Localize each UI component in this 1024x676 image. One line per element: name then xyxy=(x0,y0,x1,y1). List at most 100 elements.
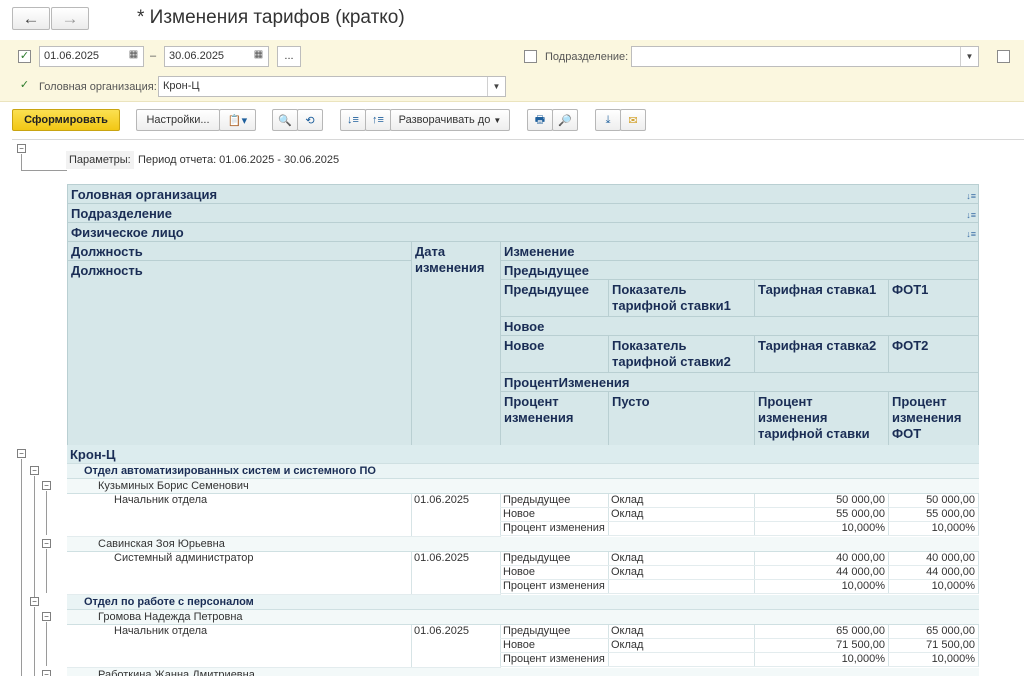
collapse-icon[interactable]: − xyxy=(42,670,51,676)
collapse-icon[interactable]: − xyxy=(42,539,51,548)
person-group-row: Кузьминых Борис Семенович xyxy=(67,479,979,494)
search-button[interactable]: 🔍 xyxy=(272,109,298,131)
fot-cell: 65 000,00 xyxy=(888,625,979,639)
header-pct-rate: Процент изменения тарифной ставки xyxy=(754,391,889,446)
date-from-input[interactable]: 01.06.2025 ▦ xyxy=(39,46,144,67)
checkmark-icon: ✓ xyxy=(19,79,30,91)
collapse-icon[interactable]: − xyxy=(17,449,26,458)
fot-cell: 10,000% xyxy=(888,580,979,594)
print-button[interactable]: 🖶 xyxy=(527,109,553,131)
indicator-cell: Оклад xyxy=(608,625,755,639)
kind-cell: Новое xyxy=(500,566,609,580)
rate-cell: 10,000% xyxy=(754,580,889,594)
forward-button[interactable]: → xyxy=(51,7,89,30)
header-prev: Предыдущее xyxy=(500,279,609,317)
report-area[interactable]: − Параметры: Период отчета: 01.06.2025 -… xyxy=(12,139,1024,676)
sort-icon: ↓≡ xyxy=(966,191,976,201)
chevron-down-icon[interactable]: ▼ xyxy=(960,47,978,66)
dept-group-row: Отдел по работе с персоналом xyxy=(67,595,979,610)
extra-checkbox[interactable] xyxy=(997,50,1010,63)
org-checkbox[interactable]: ✓ xyxy=(18,80,31,93)
back-button[interactable]: ← xyxy=(12,7,50,30)
header-fot2: ФОТ2 xyxy=(888,335,979,373)
email-button[interactable]: ✉ xyxy=(620,109,646,131)
variants-button[interactable]: 📋▾ xyxy=(219,109,256,131)
preview-icon: 🔎 xyxy=(558,114,572,127)
header-change: Изменение xyxy=(500,241,979,261)
kind-cell: Процент изменения xyxy=(500,580,609,594)
collapse-icon[interactable]: − xyxy=(30,597,39,606)
rate-cell: 44 000,00 xyxy=(754,566,889,580)
download-icon: ⤓ xyxy=(605,113,611,126)
department-checkbox[interactable] xyxy=(524,50,537,63)
fot-cell: 71 500,00 xyxy=(888,639,979,653)
arrow-right-icon: → xyxy=(61,8,79,28)
calendar-icon[interactable]: ▦ xyxy=(126,49,141,64)
rate-cell: 10,000% xyxy=(754,522,889,536)
header-pct-fot: Процент изменения ФОТ xyxy=(888,391,979,446)
date-to-input[interactable]: 30.06.2025 ▦ xyxy=(164,46,269,67)
chevron-down-icon[interactable]: ▼ xyxy=(487,77,505,96)
indicator-cell: Оклад xyxy=(608,494,755,508)
kind-cell: Новое xyxy=(500,508,609,522)
collapse-icon[interactable]: − xyxy=(42,612,51,621)
rate-cell: 40 000,00 xyxy=(754,552,889,566)
person-group-row: Работкина Жанна Дмитриевна xyxy=(67,668,979,676)
department-input[interactable]: ▼ xyxy=(631,46,979,67)
department-label: Подразделение: xyxy=(545,51,629,63)
collapse-icon[interactable]: − xyxy=(30,466,39,475)
sort-asc-button[interactable]: ↑≡ xyxy=(365,109,391,131)
period-checkbox[interactable]: ✓ xyxy=(18,50,31,63)
rate-cell: 50 000,00 xyxy=(754,494,889,508)
header-rate2: Тарифная ставка2 xyxy=(754,335,889,373)
save-button[interactable]: ⤓ xyxy=(595,109,621,131)
sort-icon: ↓≡ xyxy=(966,210,976,220)
header-fot1: ФОТ1 xyxy=(888,279,979,317)
kind-cell: Предыдущее xyxy=(500,494,609,508)
sort-icon: ↓≡ xyxy=(966,229,976,239)
search-icon: 🔍 xyxy=(278,114,292,127)
rate-cell: 71 500,00 xyxy=(754,639,889,653)
collapse-icon[interactable]: − xyxy=(17,144,26,153)
params-value: Период отчета: 01.06.2025 - 30.06.2025 xyxy=(138,154,340,166)
fot-cell: 55 000,00 xyxy=(888,508,979,522)
indicator-cell xyxy=(608,580,755,594)
kind-cell: Предыдущее xyxy=(500,552,609,566)
sort-desc-button[interactable]: ↓≡ xyxy=(340,109,366,131)
rate-cell: 65 000,00 xyxy=(754,625,889,639)
date-separator: – xyxy=(150,50,157,62)
settings-button[interactable]: Настройки... xyxy=(136,109,220,131)
indicator-cell: Оклад xyxy=(608,508,755,522)
expand-to-dropdown[interactable]: Разворачивать до ▼ xyxy=(390,109,510,131)
org-group-row: Крон-Ц xyxy=(67,445,979,464)
header-person: Физическое лицо ↓≡ xyxy=(67,222,979,242)
arrow-left-icon: ← xyxy=(22,8,40,28)
indicator-cell xyxy=(608,653,755,667)
page-title: * Изменения тарифов (кратко) xyxy=(137,7,405,28)
search-cancel-button[interactable]: ⟲ xyxy=(297,109,323,131)
header-org: Головная организация ↓≡ xyxy=(67,184,979,204)
indicator-cell: Оклад xyxy=(608,552,755,566)
header-dept: Подразделение ↓≡ xyxy=(67,203,979,223)
org-input[interactable]: Крон-Ц ▼ xyxy=(158,76,506,97)
header-new-group: Новое xyxy=(500,316,979,336)
fot-cell: 40 000,00 xyxy=(888,552,979,566)
sort-desc-icon: ↓≡ xyxy=(347,114,359,126)
clipboard-icon: 📋▾ xyxy=(227,114,248,127)
kind-cell: Процент изменения xyxy=(500,522,609,536)
header-rate1: Тарифная ставка1 xyxy=(754,279,889,317)
calendar-icon[interactable]: ▦ xyxy=(251,49,266,64)
kind-cell: Новое xyxy=(500,639,609,653)
position-cell: Начальник отдела xyxy=(67,625,412,668)
chevron-down-icon: ▼ xyxy=(493,115,502,125)
preview-button[interactable]: 🔎 xyxy=(552,109,578,131)
header-position1: Должность xyxy=(67,241,412,261)
position-cell: Системный администратор xyxy=(67,552,412,595)
fot-cell: 10,000% xyxy=(888,653,979,667)
date-cell: 01.06.2025 xyxy=(411,552,501,595)
collapse-icon[interactable]: − xyxy=(42,481,51,490)
search-cancel-icon: ⟲ xyxy=(305,114,315,127)
period-select-button[interactable]: ... xyxy=(277,46,301,67)
sort-asc-icon: ↑≡ xyxy=(372,114,384,126)
generate-button[interactable]: Сформировать xyxy=(12,109,120,131)
